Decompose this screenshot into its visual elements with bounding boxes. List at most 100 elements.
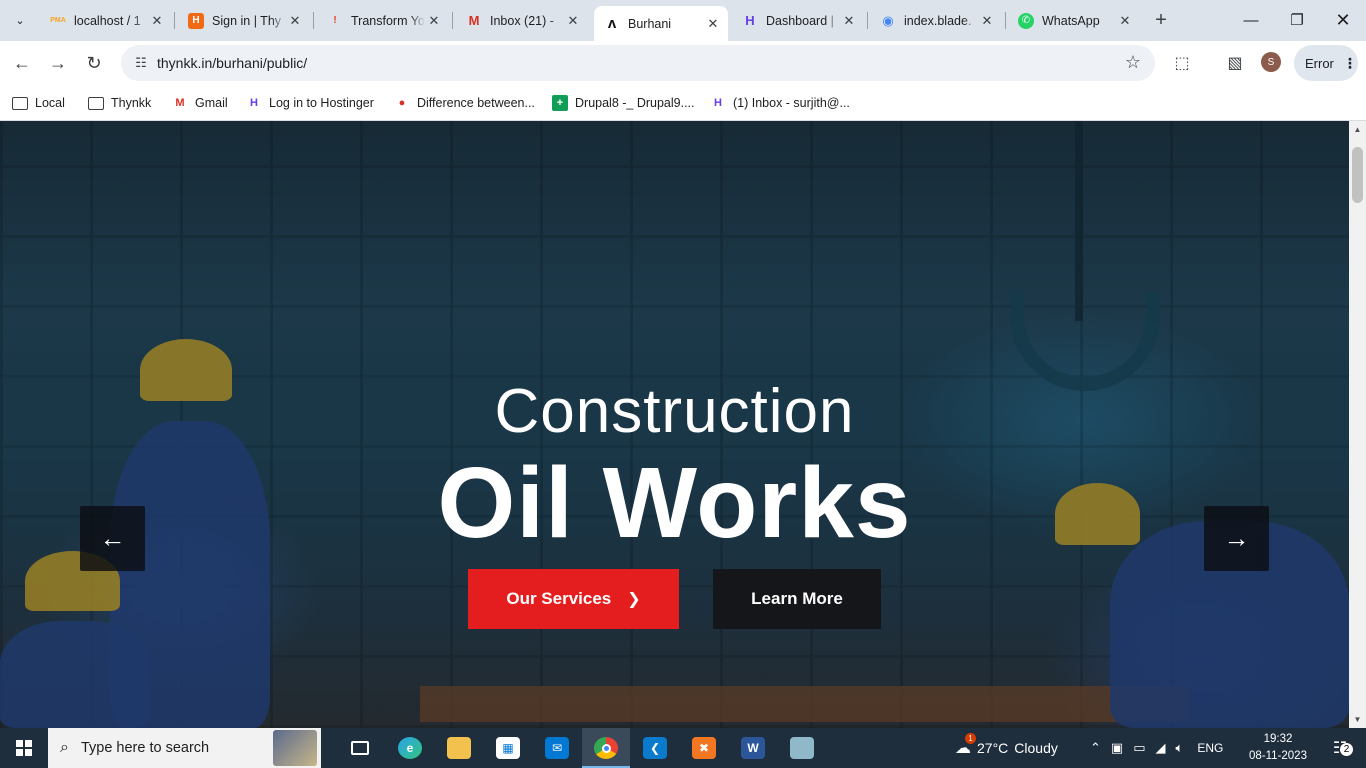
tab-localhost[interactable]: PMA localhost / 1 ✕ bbox=[40, 6, 172, 35]
tab-inbox[interactable]: M Inbox (21) - ✕ bbox=[456, 6, 588, 35]
folder-icon bbox=[88, 96, 104, 110]
start-button[interactable] bbox=[0, 728, 48, 768]
taskbar-file-explorer[interactable] bbox=[435, 728, 483, 768]
bookmark-difference[interactable]: ● Difference between... bbox=[394, 92, 535, 114]
wifi-icon[interactable]: ◢ bbox=[1156, 740, 1166, 756]
word-icon: W bbox=[741, 737, 765, 759]
learn-more-button[interactable]: Learn More bbox=[713, 569, 881, 629]
taskbar-xampp[interactable]: ✖ bbox=[680, 728, 728, 768]
back-button[interactable]: ← bbox=[8, 49, 36, 77]
cloudy-weather-icon: ☁ 1 bbox=[955, 733, 976, 758]
profile-avatar[interactable]: S bbox=[1261, 52, 1281, 72]
bookmarks-bar: Local Thynkk M Gmail H Log in to Hosting… bbox=[0, 85, 1366, 121]
file-explorer-icon bbox=[447, 737, 471, 759]
tab-title: Sign in | Thy bbox=[212, 13, 282, 28]
close-tab-icon[interactable]: ✕ bbox=[148, 12, 166, 30]
page-scrollbar[interactable]: ▲ ▼ bbox=[1349, 121, 1366, 728]
scroll-up-icon[interactable]: ▲ bbox=[1349, 121, 1366, 138]
xampp-icon: ✖ bbox=[692, 737, 716, 759]
arrow-right-icon: → bbox=[1223, 523, 1250, 553]
search-highlight-image bbox=[273, 730, 317, 766]
bookmark-gmail[interactable]: M Gmail bbox=[172, 92, 227, 114]
clock[interactable]: 19:32 08-11-2023 bbox=[1240, 731, 1316, 765]
phpmyadmin-icon: PMA bbox=[50, 17, 66, 24]
taskbar-store[interactable]: ▦ bbox=[484, 728, 532, 768]
tab-transform[interactable]: ! Transform Yo ✕ bbox=[317, 6, 449, 35]
close-tab-icon[interactable]: ✕ bbox=[704, 15, 722, 33]
bookmark-star-icon[interactable]: ☆ bbox=[1125, 52, 1141, 73]
new-tab-button[interactable]: + bbox=[1150, 8, 1172, 32]
close-tab-icon[interactable]: ✕ bbox=[564, 12, 582, 30]
reload-button[interactable]: ↻ bbox=[80, 49, 108, 77]
bookmark-label: (1) Inbox - surjith@... bbox=[733, 96, 850, 110]
windows-taskbar: ⌕ Type here to search e ▦ ✉ ❮ ✖ W ☁ 1 27°… bbox=[0, 728, 1366, 768]
bookmark-local[interactable]: Local bbox=[12, 92, 65, 114]
site-info-icon[interactable]: ☷ bbox=[133, 55, 149, 71]
taskbar-notes[interactable] bbox=[778, 728, 826, 768]
taskbar-vscode[interactable]: ❮ bbox=[631, 728, 679, 768]
scrollbar-thumb[interactable] bbox=[1352, 147, 1363, 203]
forward-button[interactable]: → bbox=[44, 49, 72, 77]
error-menu-button[interactable]: Error ⋮ bbox=[1294, 45, 1358, 81]
folder-icon bbox=[12, 96, 28, 110]
sheets-icon: + bbox=[552, 95, 568, 111]
bookmark-site-icon: ● bbox=[398, 97, 406, 109]
scroll-down-icon[interactable]: ▼ bbox=[1349, 711, 1366, 728]
bookmark-inbox[interactable]: H (1) Inbox - surjith@... bbox=[710, 92, 850, 114]
tab-title: index.blade. bbox=[904, 13, 972, 28]
close-window-button[interactable]: ✕ bbox=[1320, 0, 1366, 40]
browser-toolbar: ← → ↻ ☷ thynkk.in/burhani/public/ ☆ ⬚ ▧ … bbox=[0, 41, 1366, 85]
tab-index-blade[interactable]: ◉ index.blade. ✕ bbox=[870, 6, 1002, 35]
task-view-button[interactable] bbox=[336, 728, 384, 768]
tab-burhani[interactable]: ʌ Burhani ✕ bbox=[594, 6, 728, 41]
taskbar-chrome[interactable] bbox=[582, 728, 630, 768]
vscode-icon: ❮ bbox=[643, 737, 667, 759]
minimize-button[interactable]: — bbox=[1228, 0, 1274, 40]
tab-title: Dashboard | bbox=[766, 13, 834, 28]
gmail-icon: M bbox=[175, 97, 185, 109]
whatsapp-icon: ✆ bbox=[1018, 12, 1034, 29]
error-label: Error bbox=[1305, 55, 1334, 71]
tab-dashboard[interactable]: H Dashboard | ✕ bbox=[732, 6, 864, 35]
slider-next-button[interactable]: → bbox=[1204, 506, 1269, 571]
taskbar-search-box[interactable]: ⌕ Type here to search bbox=[48, 728, 321, 768]
bookmark-label: Drupal8 -_ Drupal9.... bbox=[575, 96, 695, 110]
taskbar-word[interactable]: W bbox=[729, 728, 777, 768]
close-tab-icon[interactable]: ✕ bbox=[1116, 12, 1134, 30]
restore-button[interactable]: ❐ bbox=[1274, 0, 1320, 40]
weather-widget[interactable]: ☁ 1 27°C Cloudy bbox=[955, 728, 1058, 768]
notification-center-button[interactable]: ☷ 2 bbox=[1320, 736, 1360, 760]
bookmark-label: Log in to Hostinger bbox=[269, 96, 374, 110]
blade-file-icon: ◉ bbox=[882, 12, 894, 28]
tab-whatsapp[interactable]: ✆ WhatsApp ✕ bbox=[1008, 6, 1140, 35]
search-icon: ⌕ bbox=[60, 739, 69, 756]
weather-desc: Cloudy bbox=[1014, 740, 1058, 756]
close-tab-icon[interactable]: ✕ bbox=[286, 12, 304, 30]
volume-icon[interactable]: 🔈︎ bbox=[1176, 740, 1184, 756]
bookmark-drupal[interactable]: + Drupal8 -_ Drupal9.... bbox=[552, 92, 695, 114]
language-indicator[interactable]: ENG bbox=[1197, 741, 1223, 755]
meet-now-icon[interactable]: ▣ bbox=[1111, 740, 1123, 756]
close-tab-icon[interactable]: ✕ bbox=[978, 12, 996, 30]
hostinger-orange-icon: H bbox=[188, 12, 204, 29]
address-bar[interactable]: ☷ thynkk.in/burhani/public/ ☆ bbox=[121, 45, 1155, 81]
weather-alert-badge: 1 bbox=[965, 733, 976, 744]
taskbar-mail[interactable]: ✉ bbox=[533, 728, 581, 768]
tab-sign-in[interactable]: H Sign in | Thy ✕ bbox=[178, 6, 310, 35]
extensions-icon[interactable]: ⬚ bbox=[1170, 51, 1194, 75]
bookmark-thynkk[interactable]: Thynkk bbox=[88, 92, 151, 114]
learn-more-label: Learn More bbox=[751, 589, 843, 608]
taskbar-edge[interactable]: e bbox=[386, 728, 434, 768]
power-icon[interactable]: ▭ bbox=[1133, 740, 1145, 756]
bookmark-hostinger-login[interactable]: H Log in to Hostinger bbox=[246, 92, 374, 114]
close-tab-icon[interactable]: ✕ bbox=[425, 12, 443, 30]
tab-title: Burhani bbox=[628, 16, 672, 31]
close-tab-icon[interactable]: ✕ bbox=[840, 12, 858, 30]
show-hidden-icons-icon[interactable]: ⌃ bbox=[1090, 740, 1101, 756]
tab-search-dropdown-icon[interactable]: ⌄ bbox=[8, 8, 32, 32]
url-text[interactable]: thynkk.in/burhani/public/ bbox=[157, 55, 307, 71]
our-services-button[interactable]: Our Services ❯ bbox=[468, 569, 679, 629]
side-panel-icon[interactable]: ▧ bbox=[1223, 51, 1247, 75]
slider-prev-button[interactable]: ← bbox=[80, 506, 145, 571]
search-placeholder: Type here to search bbox=[80, 740, 210, 756]
